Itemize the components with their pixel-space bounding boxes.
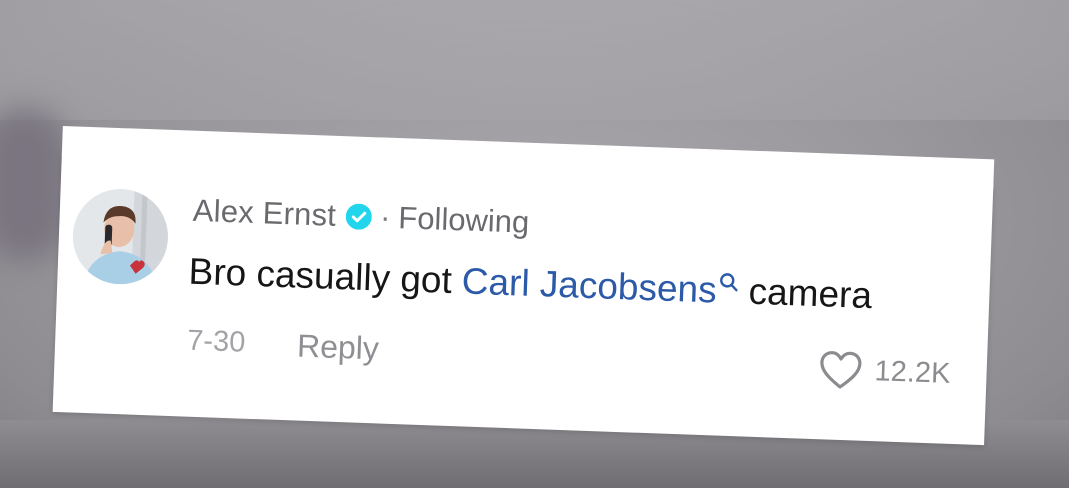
avatar-photo: [71, 187, 170, 286]
separator-dot: ·: [379, 199, 392, 235]
comment-text-before: Bro casually got: [188, 250, 453, 302]
comment-card-top-edge: [61, 126, 995, 190]
mention-link[interactable]: Carl Jacobsens: [461, 260, 739, 312]
avatar[interactable]: [71, 187, 170, 286]
like-button[interactable]: 12.2K: [818, 349, 951, 394]
comment-card: Alex Ernst · Following Bro casually got …: [52, 126, 995, 446]
comment-header: Alex Ernst · Following: [192, 193, 530, 241]
like-count: 12.2K: [874, 354, 951, 390]
comment-text: Bro casually got Carl Jacobsens camera: [188, 251, 873, 317]
background-top: [0, 0, 1069, 120]
search-icon: [720, 273, 738, 292]
author-name[interactable]: Alex Ernst: [192, 193, 336, 234]
mention-name: Carl Jacobsens: [461, 260, 718, 311]
comment-date: 7-30: [186, 324, 246, 359]
following-status: Following: [397, 200, 530, 240]
verified-badge-icon: [346, 203, 373, 230]
heart-outline-icon: [820, 351, 862, 389]
comment-text-after: camera: [747, 270, 873, 317]
reply-button[interactable]: Reply: [296, 328, 380, 368]
